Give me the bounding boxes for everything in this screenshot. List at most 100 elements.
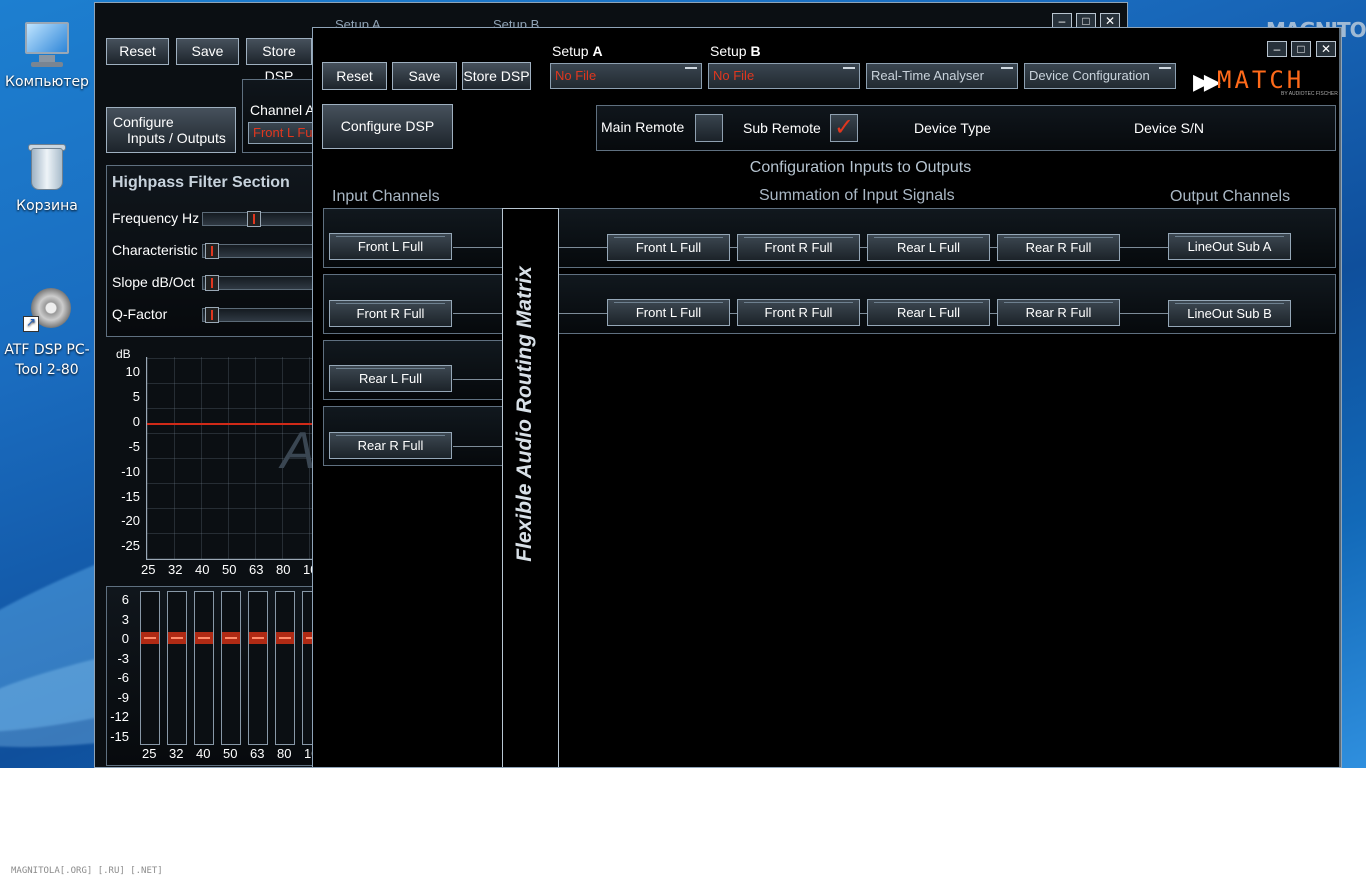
save-button[interactable]: Save	[176, 38, 239, 65]
frequency-slider[interactable]	[202, 211, 322, 227]
configure-dsp-button[interactable]: Configure DSP	[322, 104, 453, 149]
reset-button[interactable]: Reset	[322, 62, 387, 90]
sum-input-button[interactable]: Front R Full	[737, 234, 860, 261]
sub-remote-checkbox[interactable]: ✓	[830, 114, 858, 142]
eq-band-slider[interactable]	[248, 591, 268, 745]
channel-panel: Channel A Front L Full	[242, 79, 338, 153]
routing-matrix-bar: Flexible Audio Routing Matrix	[502, 208, 559, 767]
graph-y-tick: 10	[125, 364, 140, 379]
graph-y-tick: 5	[132, 388, 140, 404]
sum-input-button[interactable]: Rear R Full	[997, 299, 1120, 326]
eq-x-tick: 40	[196, 746, 211, 761]
real-time-analyser-button[interactable]: Real-Time Analyser	[866, 63, 1018, 89]
eq-band-knob[interactable]	[222, 632, 240, 644]
response-graph: dB A 10 5 0 -5 -10 -15 -20 -25 25 32 40 50 63 80 10	[106, 343, 327, 581]
slider-knob[interactable]	[205, 307, 219, 323]
sum-input-button[interactable]: Rear L Full	[867, 299, 990, 326]
configure-io-label: Inputs / Outputs	[127, 130, 226, 146]
maximize-icon[interactable]: □	[1291, 41, 1311, 57]
eq-x-tick: 32	[169, 746, 184, 761]
graph-y-tick: -5	[128, 438, 140, 454]
input-channel-button[interactable]: Front R Full	[329, 300, 452, 327]
eq-band-slider[interactable]	[275, 591, 295, 745]
sum-input-button[interactable]: Rear L Full	[867, 234, 990, 261]
window-right-edge	[1339, 28, 1341, 767]
desktop-icon-computer[interactable]: Компьютер	[1, 18, 93, 90]
config-title: Configuration Inputs to Outputs	[749, 159, 972, 176]
highpass-title: Highpass Filter Section	[112, 174, 290, 191]
output-channel-button[interactable]: LineOut Sub A	[1168, 233, 1291, 260]
graph-x-tick: 40	[195, 562, 210, 577]
graph-y-tick: -25	[121, 538, 140, 554]
sum-input-button[interactable]: Front L Full	[607, 299, 730, 326]
reset-button[interactable]: Reset	[106, 38, 169, 65]
routing-wire	[559, 247, 609, 248]
configure-io-label: Configure	[113, 114, 174, 130]
eq-band-knob[interactable]	[276, 632, 294, 644]
sum-input-button[interactable]: Front R Full	[737, 299, 860, 326]
graph-y-tick: -15	[121, 488, 140, 504]
store-dsp-button[interactable]: Store DSP	[462, 62, 531, 90]
output-channel-button[interactable]: LineOut Sub B	[1168, 300, 1291, 327]
input-channel-button[interactable]: Rear R Full	[329, 432, 452, 459]
desktop-icon-recycle-bin[interactable]: Корзина	[1, 142, 93, 214]
eq-x-tick: 63	[250, 746, 265, 761]
setup-b-file[interactable]: No File	[708, 63, 860, 89]
setup-b-letter: B	[750, 43, 761, 59]
eq-band-slider[interactable]	[194, 591, 214, 745]
eq-band-slider[interactable]	[221, 591, 241, 745]
device-configuration-button[interactable]: Device Configuration	[1024, 63, 1176, 89]
eq-band-knob[interactable]	[141, 632, 159, 644]
save-button[interactable]: Save	[392, 62, 457, 90]
minimize-icon[interactable]: –	[1267, 41, 1287, 57]
setup-a-file[interactable]: No File	[550, 63, 702, 89]
characteristic-slider[interactable]	[202, 243, 322, 259]
setup-b-prefix: Setup	[710, 43, 751, 59]
setup-b-value: No File	[713, 68, 755, 83]
close-icon[interactable]: ✕	[1316, 41, 1336, 57]
eq-y-tick: 0	[121, 631, 129, 646]
sum-input-button[interactable]: Rear R Full	[997, 234, 1120, 261]
input-channel-button[interactable]: Front L Full	[329, 233, 452, 260]
input-channels-title: Input Channels	[332, 188, 440, 205]
graph-y-tick: -10	[121, 463, 140, 479]
main-remote-label: Main Remote	[601, 119, 685, 135]
graph-y-tick: -20	[121, 513, 140, 529]
desktop-icon-atf-dsp[interactable]: ATF DSP PC-Tool 2-80	[1, 284, 93, 380]
eq-y-tick: 3	[121, 611, 129, 627]
eq-x-tick: 80	[277, 746, 292, 761]
sum-input-button[interactable]: Front L Full	[607, 234, 730, 261]
eq-y-tick: -6	[117, 670, 129, 685]
field-notch	[685, 67, 697, 69]
slope-slider[interactable]	[202, 275, 322, 291]
match-logo: ▶▶ MATCH BY AUDIOTEC FISCHER	[1193, 66, 1338, 98]
graph-watermark: A	[281, 422, 316, 480]
setup-b-label: Setup B	[710, 43, 761, 59]
app-shortcut-icon	[21, 284, 73, 336]
store-dsp-button[interactable]: Store DSP	[246, 38, 312, 84]
slider-knob[interactable]	[205, 275, 219, 291]
eq-band-knob[interactable]	[195, 632, 213, 644]
graph-x-tick: 50	[222, 562, 237, 577]
main-remote-checkbox[interactable]	[695, 114, 723, 142]
setup-a-label: Setup A	[552, 43, 603, 59]
eq-band-knob[interactable]	[168, 632, 186, 644]
eq-band-knob[interactable]	[249, 632, 267, 644]
eq-x-tick: 25	[142, 746, 157, 761]
logo-subtext: BY AUDIOTEC FISCHER	[1281, 91, 1338, 97]
graph-y-tick: 0	[132, 413, 140, 429]
remote-panel: Main Remote Sub Remote ✓ Device Type Dev…	[596, 105, 1336, 151]
device-config-label: Device Configuration	[1029, 68, 1150, 83]
slider-knob[interactable]	[247, 211, 261, 227]
graph-x-tick: 25	[141, 562, 156, 577]
checkmark-icon: ✓	[833, 114, 855, 141]
eq-band-slider[interactable]	[140, 591, 160, 745]
field-notch	[843, 67, 855, 69]
configure-io-button[interactable]: Configure Inputs / Outputs	[106, 107, 236, 153]
input-channel-button[interactable]: Rear L Full	[329, 365, 452, 392]
eq-y-tick: -9	[117, 689, 129, 705]
qfactor-slider[interactable]	[202, 307, 322, 323]
routing-matrix-label: Flexible Audio Routing Matrix	[513, 266, 536, 562]
eq-band-slider[interactable]	[167, 591, 187, 745]
slider-knob[interactable]	[205, 243, 219, 259]
